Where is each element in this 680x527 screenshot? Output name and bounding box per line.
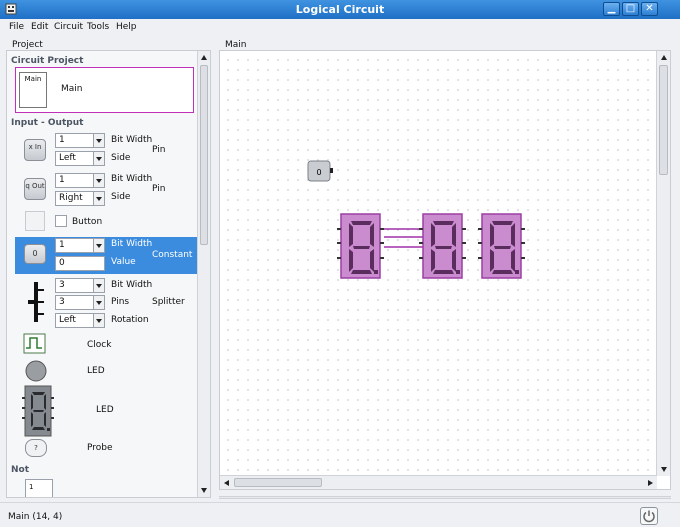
constant-icon[interactable]: 0: [24, 244, 46, 264]
pin-in-name: Pin: [152, 145, 166, 155]
section-input-output: Input - Output: [11, 118, 84, 128]
close-icon: ✕: [645, 3, 654, 14]
power-button[interactable]: [640, 507, 658, 525]
button-name: Button: [72, 217, 103, 227]
scroll-down-icon[interactable]: [201, 488, 207, 493]
led-name: LED: [87, 366, 105, 376]
chevron-down-icon: [93, 192, 104, 205]
constant-name: Constant: [152, 250, 193, 260]
window-title: Logical Circuit: [295, 3, 385, 16]
circuit-canvas[interactable]: 0: [220, 51, 657, 476]
clock-name: Clock: [87, 340, 112, 350]
led-icon[interactable]: [24, 359, 48, 383]
chevron-down-icon: [93, 279, 104, 292]
canvas-seven-segment-2[interactable]: [419, 213, 466, 279]
menu-tools[interactable]: Tools: [87, 22, 109, 32]
probe-icon[interactable]: ?: [25, 439, 47, 457]
seven-segment-name: LED: [96, 405, 114, 415]
chevron-down-icon: [93, 239, 104, 252]
rotation-label: Rotation: [111, 315, 149, 325]
pin-out-bit-width-select[interactable]: 1: [55, 173, 105, 188]
splitter-bit-width-select[interactable]: 3: [55, 278, 105, 293]
project-name: Main: [61, 84, 83, 94]
project-thumbnail: Main: [19, 72, 47, 108]
minimize-button[interactable]: ▁: [603, 2, 620, 16]
canvas-horizontal-scrollbar[interactable]: [220, 475, 657, 489]
canvas-wires[interactable]: [384, 228, 423, 248]
circuit-drawing: 0: [307, 160, 525, 279]
scroll-left-icon[interactable]: [224, 480, 229, 486]
menu-circuit[interactable]: Circuit: [54, 22, 83, 32]
not-gate-icon[interactable]: 1: [25, 479, 53, 497]
pin-out-name: Pin: [152, 184, 166, 194]
bit-width-label: Bit Width: [111, 239, 153, 249]
bit-width-label: Bit Width: [111, 174, 153, 184]
canvas-seven-segment-1[interactable]: [337, 213, 384, 279]
splitter-name: Splitter: [152, 297, 185, 307]
side-label: Side: [111, 192, 131, 202]
section-circuit-project: Circuit Project: [11, 56, 84, 66]
menu-help[interactable]: Help: [116, 22, 137, 32]
constant-row-selected[interactable]: 0 1 Bit Width 0 Value Constant: [15, 237, 199, 274]
splitter-icon[interactable]: [25, 280, 45, 324]
main-panel-label: Main: [225, 40, 247, 50]
button-checkbox[interactable]: [55, 215, 67, 227]
clock-icon[interactable]: [23, 333, 47, 355]
pins-label: Pins: [111, 297, 130, 307]
canvas-constant[interactable]: 0: [307, 160, 333, 182]
toolbox-scroll-thumb[interactable]: [200, 65, 208, 245]
status-text: Main (14, 4): [8, 512, 63, 522]
menu-bar: File Edit Circuit Tools Help: [0, 19, 680, 36]
maximize-icon: □: [625, 3, 636, 14]
button-component-icon[interactable]: [25, 211, 45, 231]
bit-width-label: Bit Width: [111, 135, 153, 145]
pin-out-icon[interactable]: q Out: [24, 178, 46, 200]
project-panel-label: Project: [12, 40, 43, 50]
circuit-canvas-area: 0: [219, 50, 671, 490]
canvas-vertical-scrollbar[interactable]: [656, 51, 670, 476]
splitter-pins-select[interactable]: 3: [55, 295, 105, 310]
value-label: Value: [111, 257, 136, 267]
scroll-up-icon[interactable]: [201, 55, 207, 60]
menu-file[interactable]: File: [9, 22, 24, 32]
minimize-icon: ▁: [607, 3, 616, 14]
constant-value-input[interactable]: 0: [55, 256, 105, 271]
splitter-handle[interactable]: [219, 496, 671, 499]
splitter-rotation-select[interactable]: Left: [55, 313, 105, 328]
bit-width-label: Bit Width: [111, 280, 153, 290]
toolbox-panel: Circuit Project Main Main Input - Output…: [6, 50, 211, 498]
toolbox-scrollbar[interactable]: [197, 51, 210, 497]
pin-in-bit-width-select[interactable]: 1: [55, 133, 105, 148]
title-bar: Logical Circuit ▁ □ ✕: [0, 0, 680, 19]
status-bar: Main (14, 4): [0, 502, 680, 527]
close-button[interactable]: ✕: [641, 2, 658, 16]
menu-edit[interactable]: Edit: [31, 22, 48, 32]
canvas-seven-segment-3[interactable]: [478, 213, 525, 279]
chevron-down-icon: [93, 314, 104, 327]
scroll-up-icon[interactable]: [661, 55, 667, 60]
chevron-down-icon: [93, 152, 104, 165]
chevron-down-icon: [93, 134, 104, 147]
pin-in-icon[interactable]: x In: [24, 139, 46, 161]
probe-name: Probe: [87, 443, 113, 453]
seven-segment-icon[interactable]: [21, 385, 55, 437]
pin-out-side-select[interactable]: Right: [55, 191, 105, 206]
constant-bit-width-select[interactable]: 1: [55, 238, 105, 253]
scroll-down-icon[interactable]: [661, 467, 667, 472]
scroll-right-icon[interactable]: [648, 480, 653, 486]
project-item-main[interactable]: Main Main: [15, 67, 194, 113]
canvas-vscroll-thumb[interactable]: [659, 65, 668, 175]
power-icon: [643, 510, 655, 523]
canvas-hscroll-thumb[interactable]: [234, 478, 322, 487]
maximize-button[interactable]: □: [622, 2, 639, 16]
side-label: Side: [111, 153, 131, 163]
canvas-constant-value: 0: [316, 168, 321, 177]
chevron-down-icon: [93, 296, 104, 309]
chevron-down-icon: [93, 174, 104, 187]
pin-in-side-select[interactable]: Left: [55, 151, 105, 166]
section-not: Not: [11, 465, 30, 475]
